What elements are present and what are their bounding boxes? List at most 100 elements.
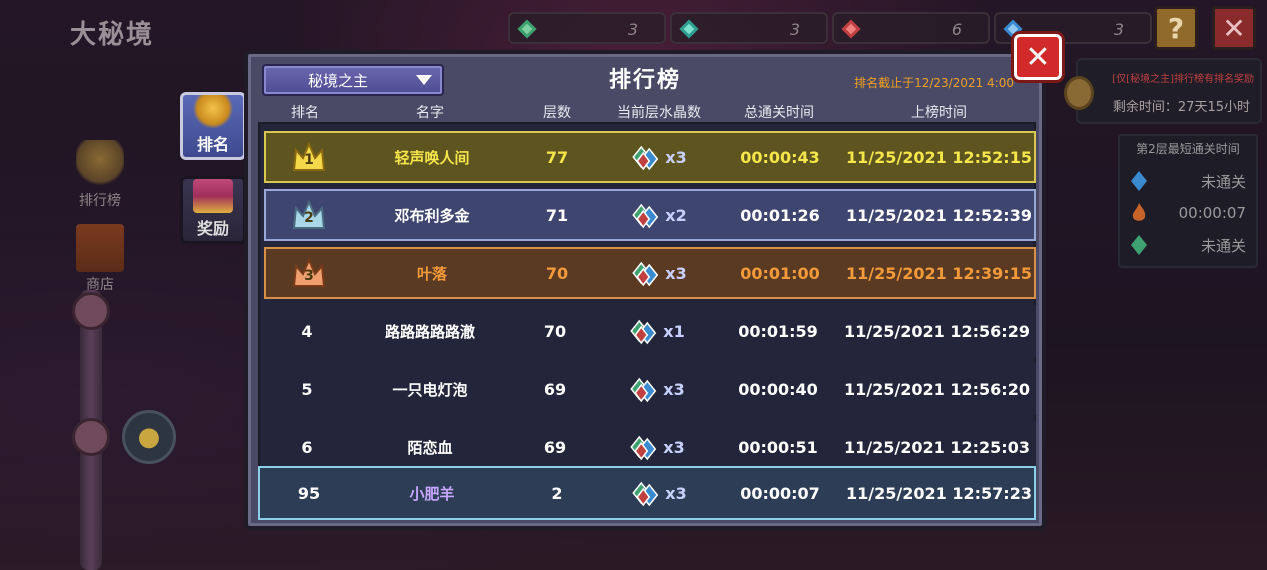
- tab-label: 排名: [196, 135, 229, 154]
- table-row-5[interactable]: 5 一只电灯泡 69 x3 00:00:40 11/25/2021 12:56:…: [264, 363, 1036, 415]
- blue-gem-icon: [1131, 171, 1147, 191]
- green-gem-icon: [1131, 235, 1147, 255]
- fastest-clear-title: 第2层最短通关时间: [1136, 142, 1240, 156]
- my-rank-row[interactable]: 95 小肥羊 2 x3 00:00:07 11/25/2021 12:57:23: [258, 466, 1036, 520]
- floors-cell: 70: [543, 321, 567, 341]
- header-rank: 排名: [291, 105, 319, 121]
- header-name: 名字: [416, 105, 444, 121]
- floors-cell: 70: [545, 263, 569, 283]
- floors-cell: 77: [545, 147, 569, 167]
- table-row-4[interactable]: 4 路路路路路澈 70 x1 00:01:59 11/25/2021 12:56…: [264, 305, 1036, 357]
- resource-green: 3: [508, 12, 666, 44]
- side-nav: 排行榜 商店: [60, 140, 140, 308]
- location-pin-icon[interactable]: ●: [122, 410, 176, 464]
- shop-icon: [76, 224, 124, 272]
- resource-red: 6: [832, 12, 990, 44]
- gold-crown-icon: 1: [292, 142, 326, 172]
- table-row-3[interactable]: 3 叶落 70 x3 00:01:00 11/25/2021 12:39:15: [264, 247, 1036, 299]
- trophy-icon: [76, 140, 124, 188]
- list-time-cell: 11/25/2021 12:52:39: [846, 205, 1032, 225]
- list-time-cell: 11/25/2021 12:52:15: [846, 147, 1032, 167]
- crystals-cell: x3: [629, 468, 687, 518]
- crystal-icon: [632, 145, 659, 171]
- list-time-cell: 11/25/2021 12:56:29: [844, 321, 1030, 341]
- resource-count: 3: [1113, 20, 1124, 39]
- rank-cell: 4: [301, 321, 313, 341]
- side-nav-leaderboard[interactable]: 排行榜: [60, 140, 140, 210]
- crystal-icon: [632, 261, 659, 287]
- tab-ranking[interactable]: 排名: [180, 92, 246, 160]
- header-crystals: 当前层水晶数: [617, 105, 701, 121]
- floors-cell: 69: [543, 379, 567, 399]
- crystal-icon: [630, 435, 657, 461]
- list-time-cell: 11/25/2021 12:39:15: [846, 263, 1032, 283]
- fire-icon: [1132, 203, 1146, 221]
- treasure-chest-icon: [193, 179, 233, 213]
- crystals-cell: x3: [629, 249, 687, 297]
- reward-note: [仅[秘境之主]排行榜有排名奖励: [1112, 74, 1254, 85]
- tower-node: [72, 292, 110, 330]
- help-button[interactable]: ?: [1154, 6, 1198, 50]
- total-time-cell: 00:01:00: [740, 263, 820, 283]
- total-time-cell: 00:01:26: [740, 205, 820, 225]
- name-cell: 一只电灯泡: [392, 380, 468, 399]
- green-gem-icon: [517, 19, 537, 39]
- side-nav-label: 排行榜: [79, 193, 121, 209]
- stopwatch-icon: [1064, 76, 1094, 110]
- crystal-icon: [630, 377, 657, 403]
- total-time-cell: 00:01:59: [738, 321, 818, 341]
- name-cell: 邓布利多金: [394, 206, 470, 225]
- bronze-crown-icon: 3: [292, 258, 326, 288]
- header-total-time: 总通关时间: [744, 105, 814, 121]
- crystals-cell: x2: [629, 191, 687, 239]
- rank-cell: 3: [292, 249, 326, 297]
- silver-crown-icon: 2: [292, 200, 326, 230]
- floors-cell: 71: [545, 205, 569, 225]
- rank-cell: 5: [301, 379, 313, 399]
- total-time-cell: 00:00:40: [738, 379, 818, 399]
- crystals-cell: x1: [627, 305, 685, 357]
- resource-count: 6: [951, 20, 962, 39]
- close-top-button[interactable]: ✕: [1212, 6, 1256, 50]
- crystals-cell: x3: [627, 363, 685, 415]
- crystal-icon: [632, 203, 659, 229]
- resource-teal: 3: [670, 12, 828, 44]
- close-panel-button[interactable]: ✕: [1014, 34, 1062, 80]
- table-row-2[interactable]: 2 邓布利多金 71 x2 00:01:26 11/25/2021 12:52:…: [264, 189, 1036, 241]
- table-row-1[interactable]: 1 轻声唤人间 77 x3 00:00:43 11/25/2021 12:52:…: [264, 131, 1036, 183]
- header-list-time: 上榜时间: [911, 105, 967, 121]
- clear-row: 未通关: [1130, 232, 1246, 258]
- reward-info-box: [仅[秘境之主]排行榜有排名奖励 剩余时间：27天15小时: [1064, 58, 1262, 124]
- game-title: 大秘境: [70, 20, 155, 50]
- name-cell: 路路路路路澈: [384, 322, 476, 341]
- red-gem-icon: [841, 19, 861, 39]
- name-cell: 小肥羊: [409, 484, 455, 503]
- floors-cell: 2: [551, 483, 563, 503]
- fastest-clear-box: 第2层最短通关时间 未通关 00:00:07 未通关: [1118, 134, 1258, 268]
- tab-rewards[interactable]: 奖励: [180, 176, 246, 244]
- list-time-cell: 11/25/2021 12:56:20: [844, 379, 1030, 399]
- name-cell: 轻声唤人间: [394, 148, 470, 167]
- crystals-cell: x3: [629, 133, 687, 181]
- list-time-cell: 11/25/2021 12:57:23: [846, 483, 1032, 503]
- header-floors: 层数: [543, 105, 571, 121]
- resource-count: 3: [789, 20, 800, 39]
- remaining-time: 剩余时间：27天15小时: [1112, 100, 1250, 115]
- trophy-icon: [193, 95, 233, 129]
- tower-node: [72, 418, 110, 456]
- teal-gem-icon: [679, 19, 699, 39]
- crystal-icon: [632, 481, 659, 507]
- total-time-cell: 00:00:43: [740, 147, 820, 167]
- total-time-cell: 00:00:07: [740, 483, 820, 503]
- resource-count: 3: [627, 20, 638, 39]
- rank-cell: 95: [297, 483, 321, 503]
- name-cell: 叶落: [416, 264, 448, 283]
- side-nav-shop[interactable]: 商店: [60, 224, 140, 294]
- deadline-text: 排名截止于12/23/2021 4:00: [854, 76, 1014, 90]
- tab-label: 奖励: [196, 219, 229, 238]
- rank-cell: 1: [292, 133, 326, 181]
- crystal-icon: [630, 319, 657, 345]
- clear-row: 未通关: [1130, 168, 1246, 194]
- rank-cell: 2: [292, 191, 326, 239]
- table-header: 排名 名字 层数 当前层水晶数 总通关时间 上榜时间: [258, 102, 1036, 122]
